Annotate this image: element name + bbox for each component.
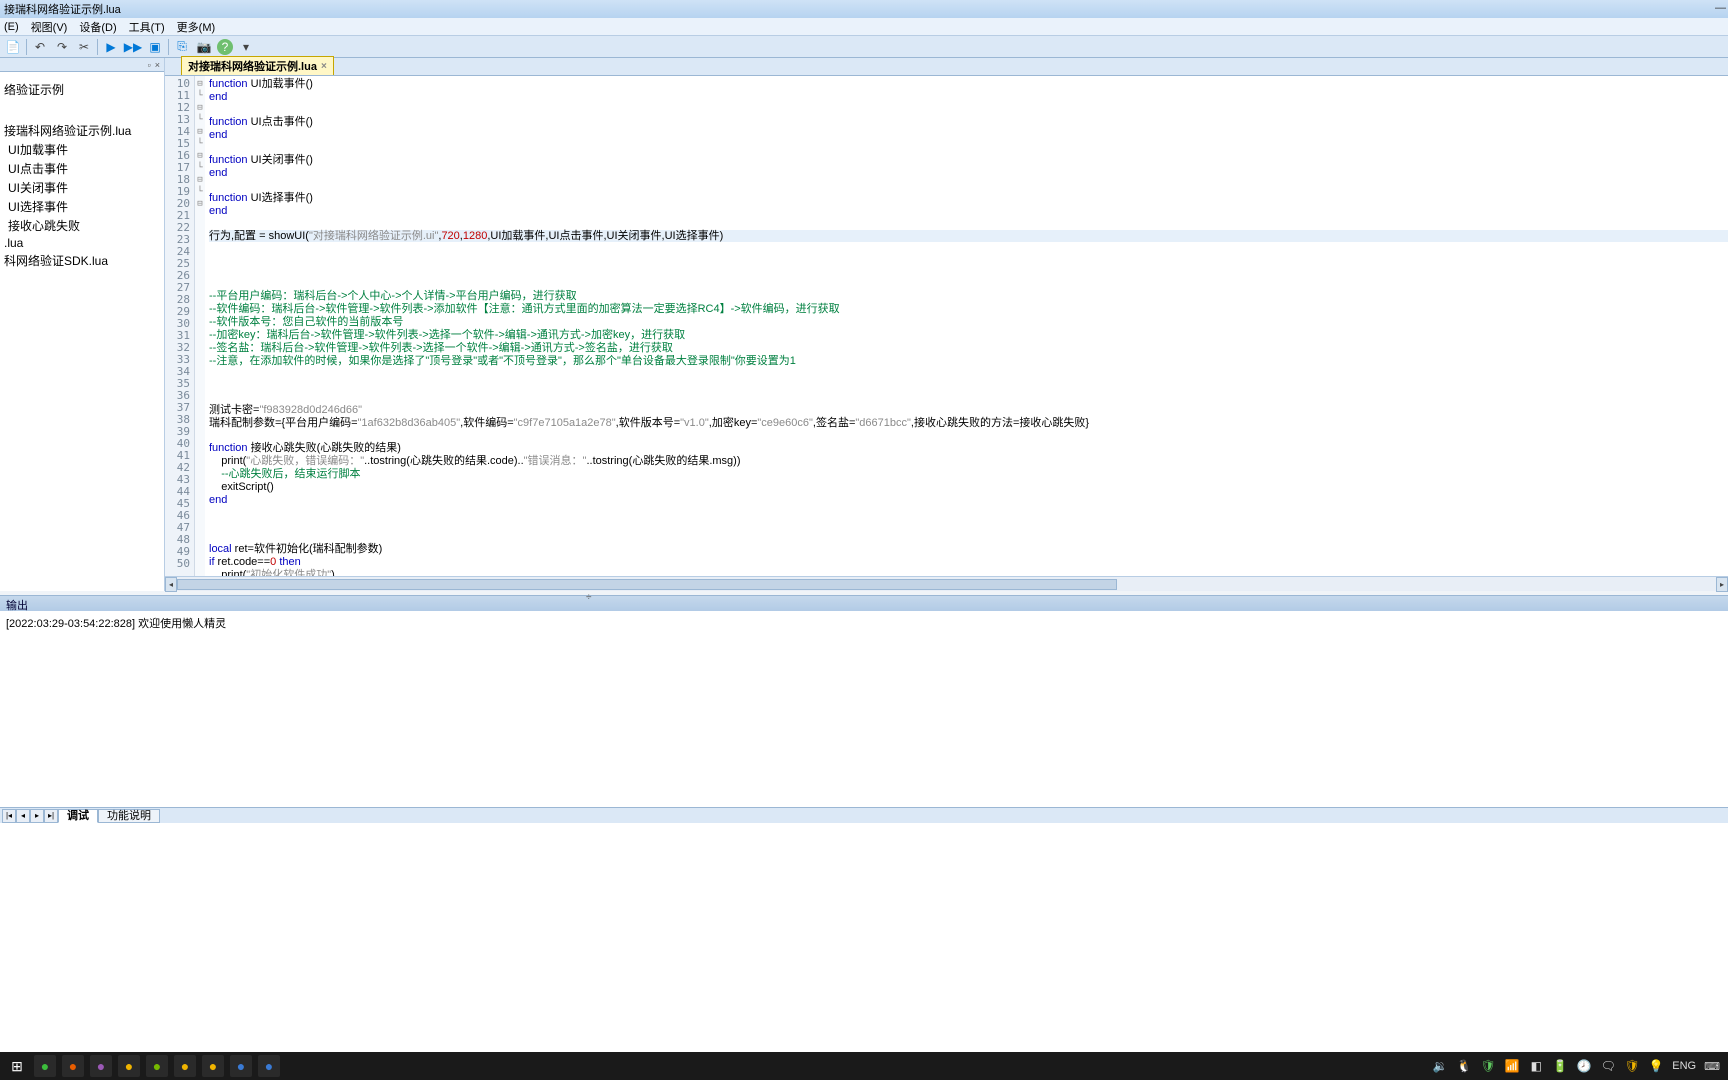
bottom-tab-debug[interactable]: 调试 xyxy=(58,809,98,823)
taskbar-app-icon[interactable]: ● xyxy=(146,1055,168,1077)
system-tray: 🔉 🐧 🛡 📶 ◧ 🔋 🕗 🗨 🛡 💡 ENG ⌨ xyxy=(1432,1058,1728,1074)
tray-battery-icon[interactable]: 🔋 xyxy=(1552,1058,1568,1074)
tray-bulb-icon[interactable]: 💡 xyxy=(1648,1058,1664,1074)
tabnav-last-icon[interactable]: ▸| xyxy=(44,809,58,823)
titlebar: 接瑞科网络验证示例.lua — xyxy=(0,0,1728,18)
bottom-tabbar: |◂ ◂ ▸ ▸| 调试 功能说明 xyxy=(0,807,1728,823)
tray-shield-icon[interactable]: 🛡 xyxy=(1480,1058,1496,1074)
taskbar-app-icon[interactable]: ● xyxy=(230,1055,252,1077)
toolbar-redo-icon[interactable]: ↷ xyxy=(53,38,71,56)
tree-item[interactable]: 接收心跳失败 xyxy=(0,216,164,235)
tree-item[interactable]: .lua xyxy=(0,235,164,251)
taskbar-app-icon[interactable]: ● xyxy=(90,1055,112,1077)
start-button[interactable]: ⊞ xyxy=(6,1055,28,1077)
taskbar-app-icon[interactable]: ● xyxy=(258,1055,280,1077)
tray-clock-icon[interactable]: 🕗 xyxy=(1576,1058,1592,1074)
toolbar-run-icon[interactable]: ▶ xyxy=(102,38,120,56)
menu-view[interactable]: 视图(V) xyxy=(31,19,68,35)
menu-tools[interactable]: 工具(T) xyxy=(129,19,165,35)
tree-item[interactable]: UI加载事件 xyxy=(0,140,164,159)
tray-wifi-icon[interactable]: 📶 xyxy=(1504,1058,1520,1074)
taskbar-app-icon[interactable]: ● xyxy=(118,1055,140,1077)
tray-security-icon[interactable]: 🛡 xyxy=(1624,1058,1640,1074)
tree-item[interactable]: UI选择事件 xyxy=(0,197,164,216)
sidebar-pin-icon[interactable]: ▫ xyxy=(148,60,151,70)
menu-more[interactable]: 更多(M) xyxy=(177,19,216,35)
fold-column[interactable]: ⊟ └ ⊟ └ ⊟ └ ⊟ └ ⊟ └ ⊟ xyxy=(195,76,205,576)
line-gutter: 10 11 12 13 14 15 16 17 18 19 20 21 22 2… xyxy=(165,76,195,576)
sidebar-close-icon[interactable]: × xyxy=(155,60,160,70)
tree-item[interactable]: UI关闭事件 xyxy=(0,178,164,197)
tray-volume-icon[interactable]: 🔉 xyxy=(1432,1058,1448,1074)
toolbar-new-icon[interactable]: 📄 xyxy=(4,38,22,56)
tabnav-prev-icon[interactable]: ◂ xyxy=(16,809,30,823)
code-editor[interactable]: 10 11 12 13 14 15 16 17 18 19 20 21 22 2… xyxy=(165,76,1728,576)
sidebar-toolbar: ▫ × xyxy=(0,58,164,72)
tray-ime-icon[interactable]: ⌨ xyxy=(1704,1060,1720,1073)
tabbar: 对接瑞科网络验证示例.lua × xyxy=(165,58,1728,76)
window-title: 接瑞科网络验证示例.lua xyxy=(4,1,121,17)
scroll-left-icon[interactable]: ◂ xyxy=(165,577,177,592)
toolbar-help-icon[interactable]: ? xyxy=(217,39,233,55)
sidebar: ▫ × 络验证示例 接瑞科网络验证示例.lua UI加载事件 UI点击事件 UI… xyxy=(0,58,165,591)
scroll-thumb[interactable] xyxy=(177,579,1117,590)
editor-area: 对接瑞科网络验证示例.lua × 10 11 12 13 14 15 16 17… xyxy=(165,58,1728,591)
tabnav-first-icon[interactable]: |◂ xyxy=(2,809,16,823)
splitter-icon: ÷ xyxy=(586,592,592,603)
toolbar-stop-icon[interactable]: ▣ xyxy=(146,38,164,56)
tray-language[interactable]: ENG xyxy=(1672,1060,1696,1072)
toolbar-undo-icon[interactable]: ↶ xyxy=(31,38,49,56)
taskbar-app-icon[interactable]: ● xyxy=(174,1055,196,1077)
toolbar-cut-icon[interactable]: ✂ xyxy=(75,38,93,56)
tree-item[interactable]: UI点击事件 xyxy=(0,159,164,178)
code-content[interactable]: function UI加载事件() end function UI点击事件() … xyxy=(205,76,1728,576)
minimize-button[interactable]: — xyxy=(1715,2,1726,14)
taskbar-app-icon[interactable]: ● xyxy=(62,1055,84,1077)
tray-qq-icon[interactable]: 🐧 xyxy=(1456,1058,1472,1074)
scroll-right-icon[interactable]: ▸ xyxy=(1716,577,1728,592)
tree-item[interactable]: 接瑞科网络验证示例.lua xyxy=(0,121,164,140)
tab-close-icon[interactable]: × xyxy=(321,61,327,72)
toolbar-camera-icon[interactable]: 📷 xyxy=(195,38,213,56)
bottom-tab-help[interactable]: 功能说明 xyxy=(98,809,160,823)
menubar: (E) 视图(V) 设备(D) 工具(T) 更多(M) xyxy=(0,18,1728,36)
horizontal-scrollbar[interactable]: ◂ ▸ xyxy=(165,576,1728,591)
toolbar-run2-icon[interactable]: ▶▶ xyxy=(124,38,142,56)
menu-edit[interactable]: (E) xyxy=(4,21,19,33)
tree-item[interactable]: 科网络验证SDK.lua xyxy=(0,251,164,270)
tray-chat-icon[interactable]: 🗨 xyxy=(1600,1058,1616,1074)
toolbar-ss-icon[interactable]: ⎘ xyxy=(173,38,191,56)
editor-tab[interactable]: 对接瑞科网络验证示例.lua × xyxy=(181,56,334,75)
output-line: [2022:03:29-03:54:22:828] 欢迎使用懒人精灵 xyxy=(6,615,1722,631)
tabnav-next-icon[interactable]: ▸ xyxy=(30,809,44,823)
window-buttons: — xyxy=(1715,2,1726,14)
menu-device[interactable]: 设备(D) xyxy=(79,19,116,35)
toolbar-dropdown-icon[interactable]: ▾ xyxy=(237,38,255,56)
output-header: 输出 xyxy=(0,595,1728,611)
taskbar: ⊞ ● ● ● ● ● ● ● ● ● 🔉 🐧 🛡 📶 ◧ 🔋 🕗 🗨 🛡 💡 ENG ⌨ xyxy=(0,1052,1728,1080)
taskbar-app-icon[interactable]: ● xyxy=(34,1055,56,1077)
tab-label: 对接瑞科网络验证示例.lua xyxy=(188,58,317,74)
tray-panel-icon[interactable]: ◧ xyxy=(1528,1058,1544,1074)
tree-root[interactable]: 络验证示例 xyxy=(0,80,164,99)
project-tree: 络验证示例 接瑞科网络验证示例.lua UI加载事件 UI点击事件 UI关闭事件… xyxy=(0,72,164,270)
taskbar-app-icon[interactable]: ● xyxy=(202,1055,224,1077)
output-panel[interactable]: [2022:03:29-03:54:22:828] 欢迎使用懒人精灵 xyxy=(0,611,1728,807)
toolbar: 📄 ↶ ↷ ✂ ▶ ▶▶ ▣ ⎘ 📷 ? ▾ xyxy=(0,36,1728,58)
